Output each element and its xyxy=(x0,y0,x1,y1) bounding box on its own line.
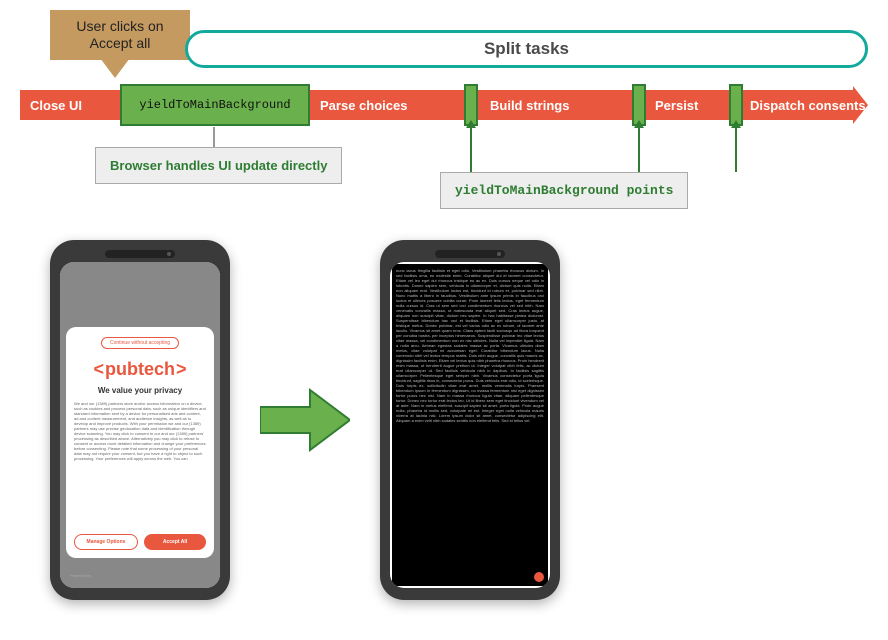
annotation-text: yieldToMainBackground points xyxy=(455,183,673,198)
segment-close-ui: Close UI xyxy=(20,90,120,120)
manage-options-button[interactable]: Manage Options xyxy=(74,534,138,550)
phone-before: Continue without accepting pubtech We va… xyxy=(50,240,230,600)
transition-arrow-icon xyxy=(260,385,350,455)
article-content: nunc lacus fringilla facilisis et eget o… xyxy=(392,264,548,586)
annotation-text: Browser handles UI update directly xyxy=(110,158,327,173)
segment-label: Dispatch consents xyxy=(750,98,866,113)
user-action-callout: User clicks on Accept all xyxy=(50,10,190,60)
segment-build-strings: Build strings xyxy=(480,90,630,120)
continue-chip[interactable]: Continue without accepting xyxy=(101,337,179,349)
yield-main-label: yieldToMainBackground xyxy=(139,98,290,112)
consent-modal: Continue without accepting pubtech We va… xyxy=(66,327,214,558)
phone-notch xyxy=(435,250,505,258)
powered-by: Powered by xyxy=(70,573,91,578)
brand-logo: pubtech xyxy=(93,359,186,380)
arrow-up-icon xyxy=(638,128,640,172)
arrow-up-icon xyxy=(735,128,737,172)
segment-dispatch-consents: Dispatch consents xyxy=(740,90,853,120)
pill-label: Split tasks xyxy=(484,39,569,59)
phone-after: nunc lacus fringilla facilisis et eget o… xyxy=(380,240,560,600)
button-row: Manage Options Accept All xyxy=(74,534,206,550)
arrow-up-icon xyxy=(470,128,472,172)
annotation-yield-points: yieldToMainBackground points xyxy=(440,172,688,209)
segment-persist: Persist xyxy=(645,90,730,120)
split-tasks-pill: Split tasks xyxy=(185,30,868,68)
privacy-body: We and our (1389) partners store and/or … xyxy=(74,401,206,528)
privacy-headline: We value your privacy xyxy=(98,386,182,395)
segment-parse-choices: Parse choices xyxy=(310,90,460,120)
phones-row: Continue without accepting pubtech We va… xyxy=(50,240,560,600)
phone-screen: Continue without accepting pubtech We va… xyxy=(60,262,220,588)
timeline: Close UI yieldToMainBackground Parse cho… xyxy=(20,90,868,120)
phone-screen: nunc lacus fringilla facilisis et eget o… xyxy=(390,262,550,588)
callout-text: User clicks on Accept all xyxy=(60,18,180,52)
annotation-browser-update: Browser handles UI update directly xyxy=(95,147,342,184)
fab-icon[interactable] xyxy=(534,572,544,582)
segment-label: Close UI xyxy=(30,98,82,113)
segment-label: Build strings xyxy=(490,98,569,113)
phone-notch xyxy=(105,250,175,258)
yield-main-block: yieldToMainBackground xyxy=(120,84,310,126)
diagram-root: User clicks on Accept all Split tasks Cl… xyxy=(20,20,868,620)
segment-label: Parse choices xyxy=(320,98,407,113)
annotation-connector xyxy=(213,127,215,147)
segment-label: Persist xyxy=(655,98,698,113)
accept-all-button[interactable]: Accept All xyxy=(144,534,206,550)
